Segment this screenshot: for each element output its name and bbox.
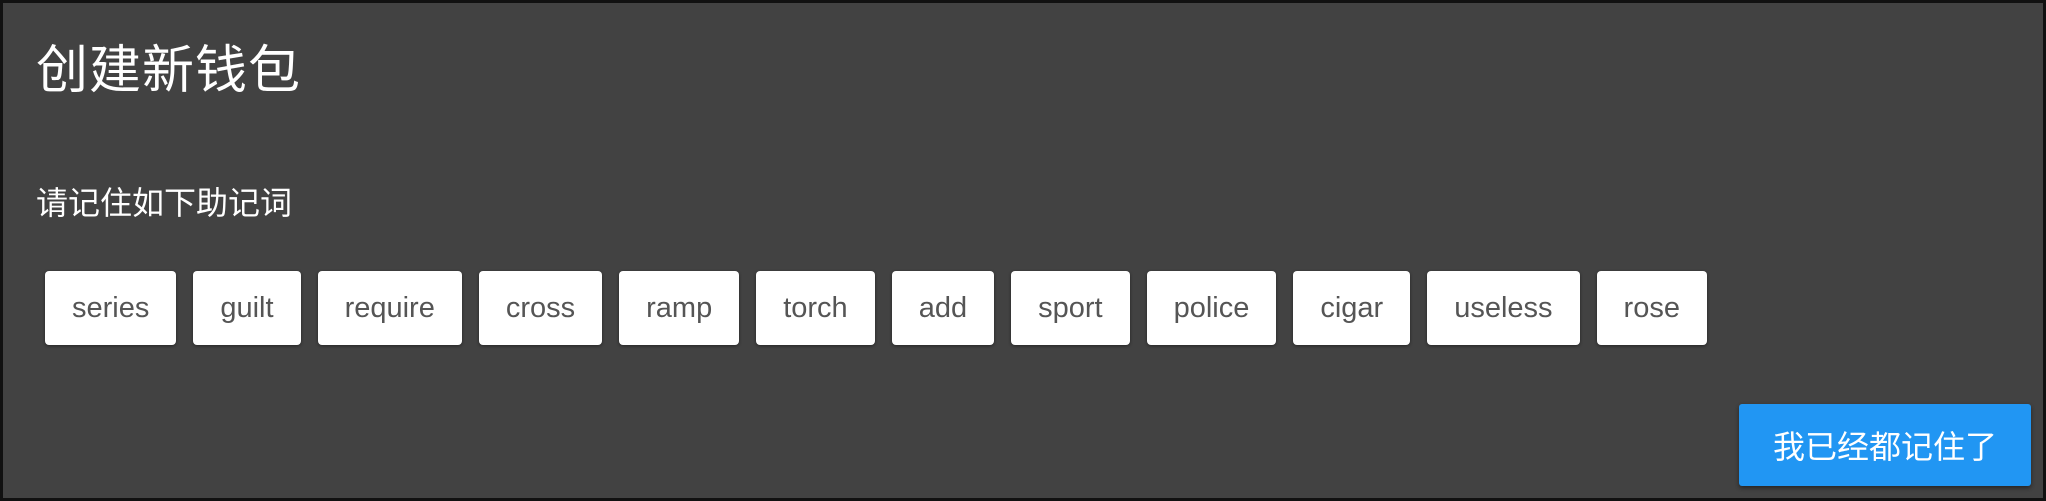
mnemonic-instruction: 请记住如下助记词 [36, 184, 293, 222]
mnemonic-word-9: police [1146, 271, 1277, 345]
mnemonic-word-list: series guilt require cross ramp torch ad… [45, 271, 1707, 345]
mnemonic-word-8: sport [1011, 271, 1130, 345]
create-wallet-dialog: 创建新钱包 请记住如下助记词 series guilt require cros… [0, 0, 2046, 501]
mnemonic-word-1: series [45, 271, 177, 345]
mnemonic-word-10: cigar [1293, 271, 1411, 345]
mnemonic-word-7: add [891, 271, 995, 345]
mnemonic-word-3: require [317, 271, 462, 345]
mnemonic-word-2: guilt [193, 271, 301, 345]
mnemonic-word-11: useless [1427, 271, 1580, 345]
mnemonic-word-4: cross [478, 271, 603, 345]
dialog-title: 创建新钱包 [36, 41, 302, 101]
confirm-remembered-button[interactable]: 我已经都记住了 [1739, 404, 2031, 486]
mnemonic-word-5: ramp [619, 271, 740, 345]
mnemonic-word-12: rose [1596, 271, 1707, 345]
mnemonic-word-6: torch [756, 271, 875, 345]
